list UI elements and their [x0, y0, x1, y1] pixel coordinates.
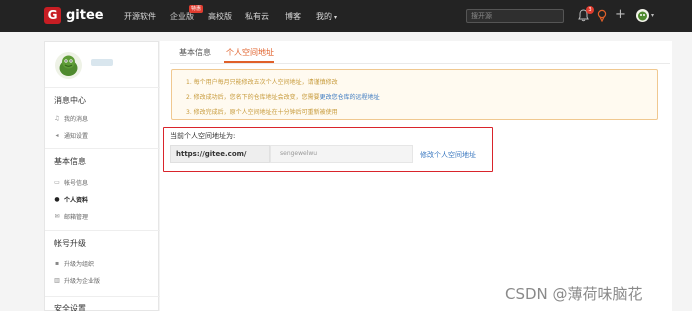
- notice-line-1: 1. 每个用户每月只能修改五次个人空间地址，请谨慎修改: [186, 79, 338, 86]
- sidebar-item-label: 升级为企业版: [64, 278, 101, 285]
- notice-line-2-text: 2. 修改成功后，您名下的仓库地址会改变，您需要: [186, 94, 320, 101]
- sidebar-item-label: 帐号信息: [64, 180, 89, 187]
- top-navbar: G gitee 开源软件 企业版 特惠 高校版 私有云 博客 我的 ▾ 搜开源 3…: [0, 0, 692, 32]
- user-icon: ●: [54, 195, 60, 203]
- sidebar-item-email[interactable]: ✉ 邮箱管理: [54, 212, 88, 221]
- sidebar-item-label: 个人资料: [64, 197, 89, 204]
- avatar-image: [59, 55, 78, 76]
- sidebar-item-notification-settings[interactable]: ◂ 通知设置: [54, 131, 88, 140]
- section-title-messages: 消息中心: [54, 96, 86, 105]
- group-icon: ▪: [54, 259, 60, 267]
- sidebar-item-upgrade-org[interactable]: ▪ 升级为组织: [54, 259, 94, 268]
- divider: [45, 87, 160, 88]
- plus-icon[interactable]: +: [615, 7, 626, 23]
- search-input[interactable]: 搜开源: [466, 9, 564, 23]
- address-prefix: https://gitee.com/: [170, 145, 270, 163]
- sidebar-item-upgrade-enterprise[interactable]: ▥ 升级为企业版: [54, 276, 100, 285]
- sidebar-item-label: 升级为组织: [64, 261, 95, 268]
- notification-badge: 3: [586, 6, 594, 14]
- section-title-security: 安全设置: [54, 304, 86, 311]
- divider: [45, 296, 160, 297]
- avatar[interactable]: [636, 9, 649, 22]
- avatar-image: [638, 11, 647, 21]
- watermark: CSDN @薄荷味脑花: [505, 285, 643, 303]
- chevron-down-icon: ▾: [334, 14, 338, 21]
- tab-basic-info[interactable]: 基本信息: [179, 47, 211, 58]
- divider: [45, 148, 160, 149]
- nav-education[interactable]: 高校版: [208, 11, 232, 22]
- address-label: 当前个人空间地址为:: [170, 132, 236, 140]
- location-pin-icon[interactable]: [597, 9, 607, 22]
- tab-personal-space[interactable]: 个人空间地址: [226, 47, 274, 58]
- blurred-username: [91, 59, 113, 66]
- user-avatar[interactable]: [55, 52, 82, 79]
- notice-line-2: 2. 修改成功后，您名下的仓库地址会改变，您需要更改您仓库的远程地址: [186, 92, 380, 101]
- nav-blog[interactable]: 博客: [285, 11, 301, 22]
- brand-name: gitee: [66, 8, 104, 23]
- notice-line-3: 3. 修改完成后，原个人空间地址在十分钟后可重新被使用: [186, 109, 338, 116]
- speaker-icon: ◂: [55, 131, 59, 139]
- settings-sidebar: 消息中心 ♫ 我的消息 ◂ 通知设置 基本信息 ▭ 帐号信息 ● 个人资料 ✉ …: [44, 41, 160, 311]
- main-content: 基本信息 个人空间地址 1. 每个用户每月只能修改五次个人空间地址，请谨慎修改 …: [160, 41, 672, 311]
- section-title-upgrade: 帐号升级: [54, 239, 86, 248]
- gitee-logo[interactable]: G gitee: [44, 7, 104, 24]
- envelope-icon: ✉: [54, 212, 60, 220]
- active-tab-indicator: [224, 61, 274, 63]
- sidebar-item-label: 我的消息: [64, 116, 89, 123]
- chevron-down-icon[interactable]: ▾: [651, 12, 654, 19]
- nav-mine[interactable]: 我的 ▾: [316, 11, 337, 22]
- logo-mark: G: [44, 7, 61, 24]
- warning-notice: 1. 每个用户每月只能修改五次个人空间地址，请谨慎修改 2. 修改成功后，您名下…: [171, 69, 658, 120]
- sidebar-item-profile[interactable]: ● 个人资料: [54, 195, 88, 204]
- change-remote-link[interactable]: 更改您仓库的远程地址: [320, 94, 380, 101]
- sidebar-item-my-messages[interactable]: ♫ 我的消息: [54, 114, 88, 123]
- hot-badge: 特惠: [189, 5, 204, 13]
- bell-icon: ♫: [54, 114, 60, 122]
- address-value: sengewelwu: [270, 145, 413, 163]
- section-title-basic-info: 基本信息: [54, 157, 86, 166]
- divider: [45, 230, 160, 231]
- sidebar-item-account-info[interactable]: ▭ 帐号信息: [54, 178, 88, 187]
- edit-address-link[interactable]: 修改个人空间地址: [420, 150, 476, 160]
- sidebar-item-label: 邮箱管理: [64, 214, 89, 221]
- sidebar-item-label: 通知设置: [64, 133, 89, 140]
- nav-mine-label: 我的: [316, 12, 332, 21]
- nav-private-cloud[interactable]: 私有云: [245, 11, 269, 22]
- tab-divider: [170, 63, 670, 64]
- nav-open-source[interactable]: 开源软件: [124, 11, 156, 22]
- id-card-icon: ▭: [54, 178, 60, 186]
- building-icon: ▥: [54, 276, 60, 284]
